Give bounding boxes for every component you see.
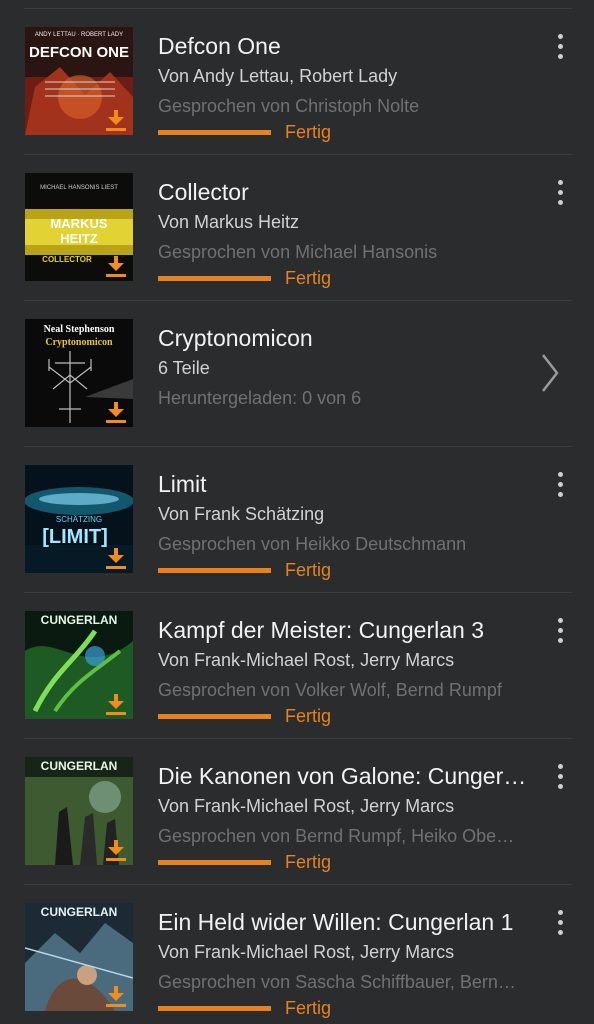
download-icon <box>106 256 126 277</box>
download-icon <box>106 986 126 1007</box>
download-status: Fertig <box>285 268 332 288</box>
book-narrator: Gesprochen von Michael Hansonis <box>158 242 438 262</box>
download-icon <box>106 110 126 131</box>
list-item-die-kanonen-von-galone[interactable]: CUNGERLAN Die Kanonen von Galone: Cunger… <box>0 739 594 885</box>
cover-title-text: CUNGERLAN <box>41 759 118 773</box>
more-vert-icon[interactable] <box>545 761 575 801</box>
book-author: Von Frank-Michael Rost, Jerry Marcs <box>158 942 455 962</box>
list-item-limit[interactable]: SCHÄTZING [LIMIT] Limit Von Frank Schätz… <box>0 447 594 593</box>
book-author: Von Markus Heitz <box>158 212 300 232</box>
list-item-cryptonomicon[interactable]: Neal Stephenson Cryptonomicon Cryptonomi… <box>0 301 594 447</box>
chevron-right-icon[interactable] <box>535 351 565 395</box>
download-count: Heruntergeladen: 0 von 6 <box>158 388 362 408</box>
book-author: Von Andy Lettau, Robert Lady <box>158 66 398 86</box>
download-progress-bar <box>158 714 271 719</box>
book-title: Ein Held wider Willen: Cungerlan 1 <box>158 909 514 935</box>
book-title: Collector <box>158 179 249 205</box>
book-narrator: Gesprochen von Sascha Schiffbauer, Bernd… <box>158 972 520 992</box>
cover-image[interactable]: CUNGERLAN <box>25 611 133 719</box>
more-vert-icon[interactable] <box>545 469 575 509</box>
download-icon <box>106 694 126 715</box>
cover-subtitle-text: COLLECTOR <box>42 255 92 264</box>
cover-title-text: CUNGERLAN <box>41 905 118 919</box>
book-title: Limit <box>158 471 207 497</box>
book-title: Cryptonomicon <box>158 325 313 351</box>
cover-image[interactable]: ANDY LETTAU · ROBERT LADY DEFCON ONE <box>25 27 133 135</box>
more-vert-icon[interactable] <box>545 615 575 655</box>
download-progress-bar <box>158 130 271 135</box>
cover-author-text: ANDY LETTAU · ROBERT LADY <box>35 32 123 38</box>
book-parts: 6 Teile <box>158 358 210 378</box>
download-status: Fertig <box>285 998 332 1018</box>
book-author: Von Frank Schätzing <box>158 504 325 524</box>
book-narrator: Gesprochen von Christoph Nolte <box>158 96 420 116</box>
more-vert-icon[interactable] <box>545 177 575 217</box>
cover-narrator-text: MICHAEL HANSONIS LIEST <box>40 185 118 191</box>
list-item-ein-held-wider-willen[interactable]: CUNGERLAN Ein Held wider Willen: Cungerl… <box>0 885 594 1024</box>
cover-image[interactable]: SCHÄTZING [LIMIT] <box>25 465 133 573</box>
cover-title-text: DEFCON ONE <box>29 44 129 61</box>
cover-image[interactable]: MICHAEL HANSONIS LIEST MARKUS HEITZ COLL… <box>25 173 133 281</box>
download-icon <box>106 402 126 423</box>
cover-image[interactable]: CUNGERLAN <box>25 757 133 865</box>
book-narrator: Gesprochen von Heikko Deutschmann <box>158 534 467 554</box>
cover-image[interactable]: CUNGERLAN <box>25 903 133 1011</box>
download-icon <box>106 840 126 861</box>
cover-author-text: SCHÄTZING <box>56 515 102 524</box>
book-narrator: Gesprochen von Volker Wolf, Bernd Rumpf <box>158 680 502 700</box>
download-progress-bar <box>158 860 271 865</box>
download-progress-bar <box>158 276 271 281</box>
list-item-kampf-der-meister[interactable]: CUNGERLAN Kampf der Meister: Cungerlan 3… <box>0 593 594 739</box>
book-title: Kampf der Meister: Cungerlan 3 <box>158 617 484 643</box>
book-author: Von Frank-Michael Rost, Jerry Marcs <box>158 796 455 816</box>
book-author: Von Frank-Michael Rost, Jerry Marcs <box>158 650 455 670</box>
cover-author-text: Neal Stephenson <box>44 324 115 335</box>
download-status: Fertig <box>285 560 332 580</box>
book-narrator: Gesprochen von Bernd Rumpf, Heiko Obermö… <box>158 826 520 846</box>
cover-title-text: CUNGERLAN <box>41 613 118 627</box>
book-title: Defcon One <box>158 33 281 59</box>
cover-title-text: Cryptonomicon <box>45 337 113 348</box>
cover-title-text: HEITZ <box>60 231 98 246</box>
download-status: Fertig <box>285 122 332 142</box>
more-vert-icon[interactable] <box>545 907 575 947</box>
cover-title-text: MARKUS <box>50 216 107 231</box>
book-title: Die Kanonen von Galone: Cungerlan 2 <box>158 763 528 789</box>
download-icon <box>106 548 126 569</box>
download-status: Fertig <box>285 706 332 726</box>
cover-title-text: [LIMIT] <box>42 526 108 548</box>
list-item-defcon-one[interactable]: ANDY LETTAU · ROBERT LADY DEFCON ONE Def… <box>0 9 594 155</box>
more-vert-icon[interactable] <box>545 31 575 71</box>
download-progress-bar <box>158 1006 271 1011</box>
cover-image[interactable]: Neal Stephenson Cryptonomicon <box>25 319 133 427</box>
download-progress-bar <box>158 568 271 573</box>
audiobook-list: ANDY LETTAU · ROBERT LADY DEFCON ONE Def… <box>0 0 594 1024</box>
download-status: Fertig <box>285 852 332 872</box>
list-item-collector[interactable]: MICHAEL HANSONIS LIEST MARKUS HEITZ COLL… <box>0 155 594 301</box>
